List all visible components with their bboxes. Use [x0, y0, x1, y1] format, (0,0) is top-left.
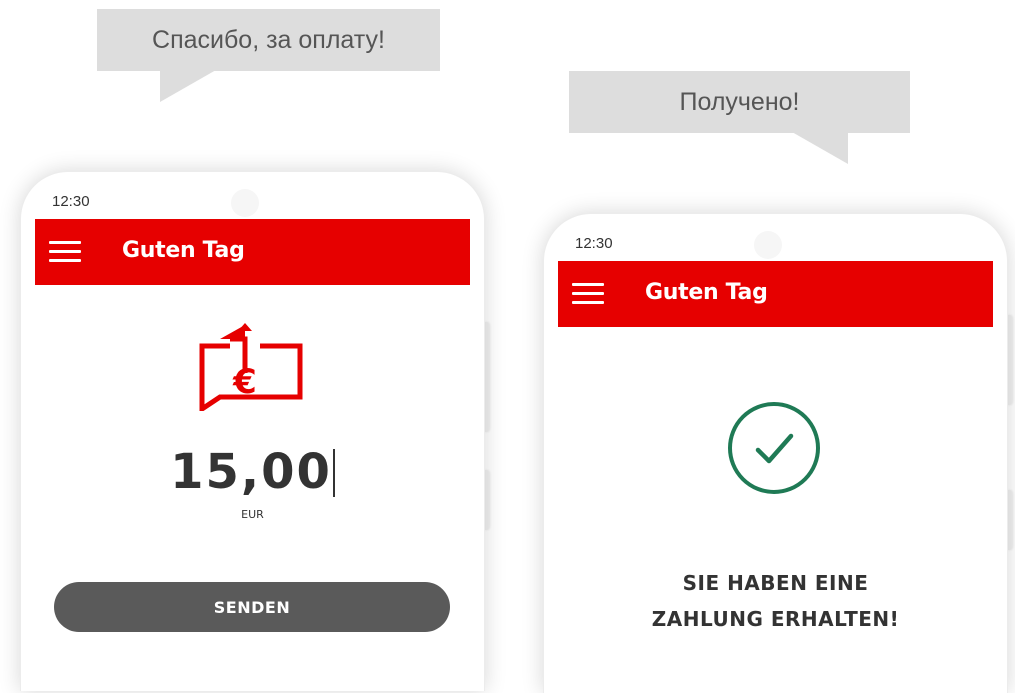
app-title: Guten Tag	[122, 238, 245, 263]
message-line-1: SIE HABEN EINE	[682, 571, 869, 595]
svg-text:€: €	[232, 362, 257, 402]
phone-receiver-screen: 12:30 Guten Tag SIE HABEN EINE ZAHLUNG E…	[558, 228, 993, 693]
speech-bubble-received-tail	[792, 132, 848, 164]
speech-bubble-thanks: Спасибо, за оплату!	[97, 9, 440, 71]
speech-bubble-thanks-text: Спасибо, за оплату!	[152, 25, 385, 54]
speech-bubble-received-text: Получено!	[679, 87, 800, 116]
front-camera	[231, 189, 259, 217]
app-title: Guten Tag	[645, 280, 768, 305]
app-bar: Guten Tag	[35, 219, 470, 285]
send-button[interactable]: SENDEN	[54, 582, 450, 632]
payment-received-message: SIE HABEN EINE ZAHLUNG ERHALTEN!	[558, 565, 993, 637]
send-euro-icon: €	[199, 323, 303, 411]
status-bar: 12:30	[558, 228, 993, 261]
speech-bubble-received: Получено!	[569, 71, 910, 133]
app-bar: Guten Tag	[558, 261, 993, 327]
message-line-2: ZAHLUNG ERHALTEN!	[651, 607, 900, 631]
hamburger-menu-icon[interactable]	[49, 241, 81, 263]
status-time: 12:30	[52, 193, 90, 210]
speech-bubble-thanks-tail	[160, 70, 216, 102]
text-cursor	[332, 449, 335, 497]
hamburger-menu-icon[interactable]	[572, 283, 604, 305]
amount-display[interactable]: 15,00	[35, 444, 470, 500]
amount-value: 15,00	[170, 444, 332, 500]
check-circle-icon	[728, 402, 820, 494]
status-time: 12:30	[575, 235, 613, 252]
status-bar: 12:30	[35, 186, 470, 219]
front-camera	[754, 231, 782, 259]
phone-sender-screen: 12:30 Guten Tag € 15,00 EUR SENDEN	[35, 186, 470, 691]
phone-receiver: 12:30 Guten Tag SIE HABEN EINE ZAHLUNG E…	[543, 213, 1008, 693]
currency-label: EUR	[241, 508, 264, 521]
phone-sender: 12:30 Guten Tag € 15,00 EUR SENDEN	[20, 171, 485, 691]
